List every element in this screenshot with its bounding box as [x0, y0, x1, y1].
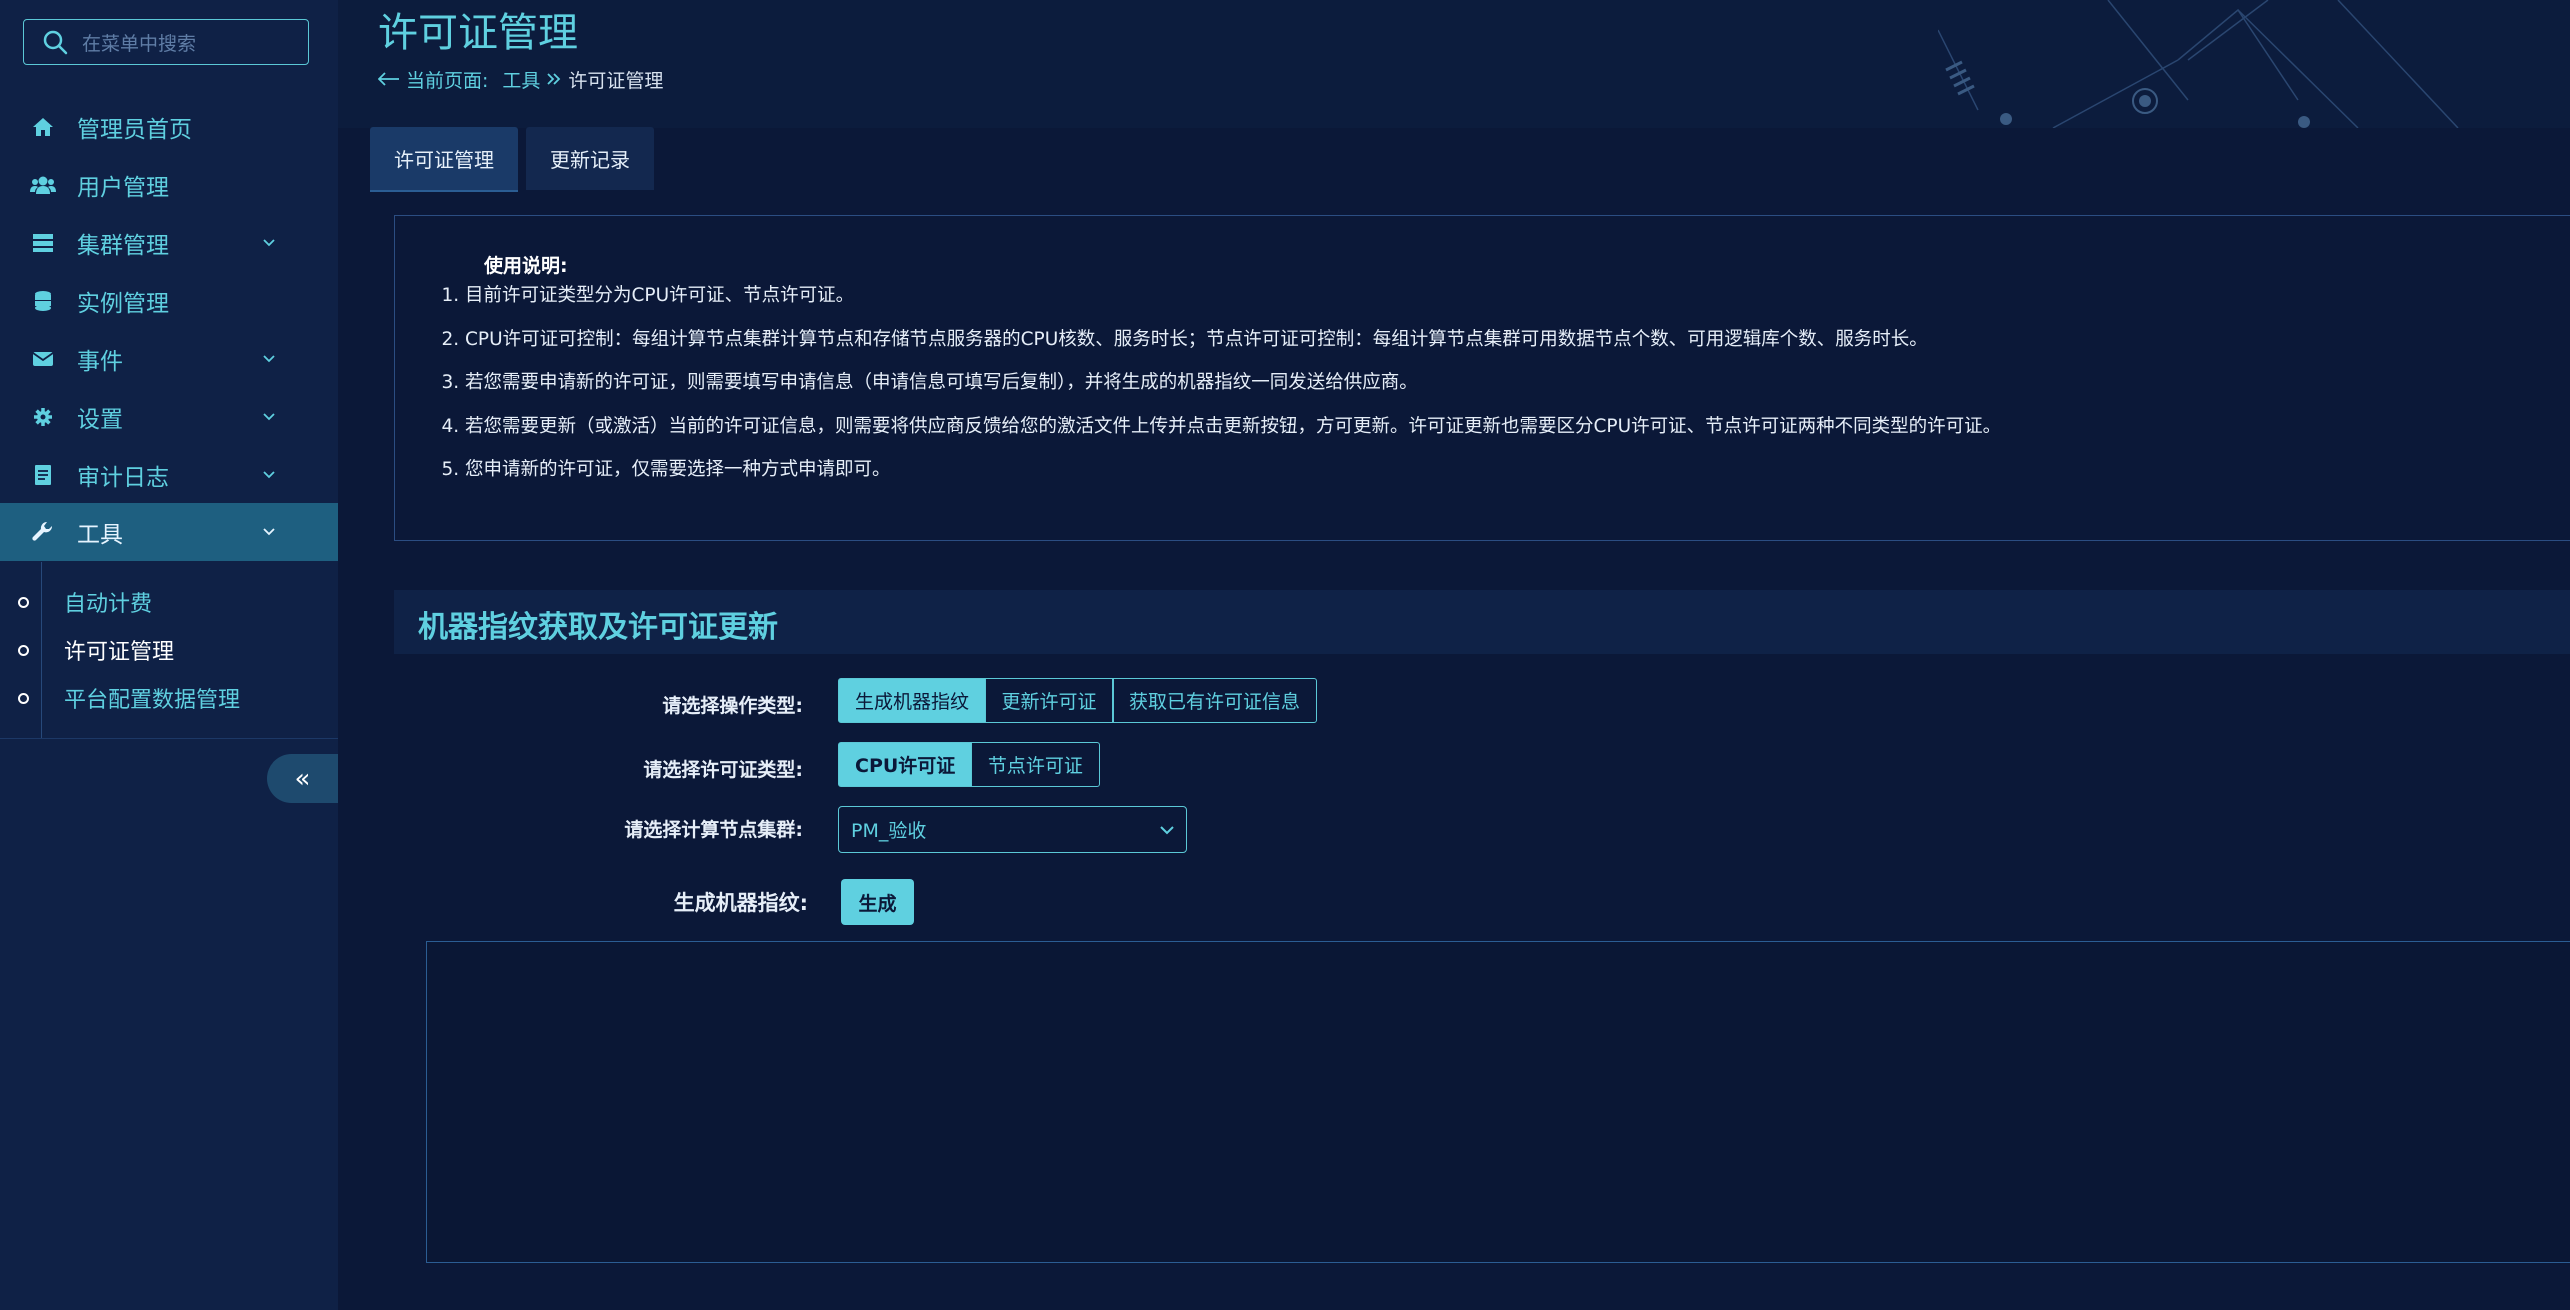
instruction-item: CPU许可证可控制：每组计算节点集群计算节点和存储节点服务器的CPU核数、服务时…: [465, 318, 2001, 362]
cluster-label: 请选择计算节点集群:: [624, 819, 803, 841]
nav-item-label: 集群管理: [77, 233, 169, 259]
nav-item-label: 审计日志: [77, 465, 169, 491]
operation-update-license-button[interactable]: 更新许可证: [984, 678, 1114, 723]
breadcrumb-prefix: 当前页面:: [406, 70, 489, 92]
instruction-item: 目前许可证类型分为CPU许可证、节点许可证。: [465, 274, 2001, 318]
nav-item-label: 管理员首页: [77, 117, 192, 143]
page-title: 许可证管理: [378, 10, 578, 56]
gear-icon: [30, 404, 56, 430]
license-type-node-button[interactable]: 节点许可证: [970, 742, 1100, 787]
envelope-icon: [30, 346, 56, 372]
breadcrumb: 当前页面: 工具 许可证管理: [377, 66, 664, 93]
sidebar: 在菜单中搜索 管理员首页 用户管理 集群管理 实例管理 事件 设置 审计日志 工…: [0, 0, 369, 1310]
nav-item-label: 用户管理: [77, 175, 169, 201]
file-icon: [30, 462, 56, 488]
main-content: 许可证管理 当前页面: 工具 许可证管理 许可证管理 更新记录 使用说明: 目前…: [338, 0, 2570, 1310]
home-icon: [30, 114, 56, 140]
submenu-item-label: 自动计费: [64, 592, 153, 617]
search-placeholder: 在菜单中搜索: [82, 32, 197, 55]
nav-item-label: 实例管理: [77, 291, 169, 317]
server-icon: [30, 230, 56, 256]
license-type-cpu-button[interactable]: CPU许可证: [838, 742, 973, 787]
database-icon: [30, 288, 56, 314]
operation-get-license-info-button[interactable]: 获取已有许可证信息: [1112, 678, 1318, 723]
instruction-item: 若您需要更新（或激活）当前的许可证信息，则需要将供应商反馈给您的激活文件上传并点…: [465, 405, 2001, 449]
fingerprint-label: 生成机器指纹:: [673, 891, 808, 915]
chevron-down-icon: [263, 355, 275, 363]
circle-icon: [18, 692, 29, 704]
generate-button[interactable]: 生成: [841, 879, 914, 925]
instruction-item: 您申请新的许可证，仅需要选择一种方式申请即可。: [465, 448, 2001, 492]
instruction-item: 若您需要申请新的许可证，则需要填写申请信息（申请信息可填写后复制），并将生成的机…: [465, 361, 2001, 405]
fingerprint-output-textarea[interactable]: [426, 941, 2570, 1263]
chevron-down-icon: [1160, 826, 1174, 835]
back-arrow-icon[interactable]: [377, 69, 400, 91]
circle-icon: [18, 596, 29, 608]
submenu-item-label: 许可证管理: [64, 640, 175, 665]
breadcrumb-current: 许可证管理: [568, 70, 664, 92]
operation-generate-fingerprint-button[interactable]: 生成机器指纹: [838, 678, 987, 723]
section-title: 机器指纹获取及许可证更新: [418, 610, 778, 645]
license-type-group: CPU许可证 节点许可证: [838, 742, 1100, 787]
instructions-panel: 使用说明: 目前许可证类型分为CPU许可证、节点许可证。 CPU许可证可控制：每…: [394, 215, 2570, 541]
search-icon: [43, 30, 68, 55]
nav-item-user-management[interactable]: 用户管理: [0, 156, 338, 214]
operation-type-group: 生成机器指纹 更新许可证 获取已有许可证信息: [838, 678, 1318, 723]
circuit-decoration-icon: [1938, 0, 2459, 128]
menu-search-input[interactable]: 在菜单中搜索: [23, 19, 309, 65]
tab-license-management[interactable]: 许可证管理: [370, 127, 518, 192]
chevron-down-icon: [263, 528, 275, 536]
nav-item-instance-management[interactable]: 实例管理: [0, 272, 338, 330]
nav-item-cluster-management[interactable]: 集群管理: [0, 214, 338, 272]
nav-item-settings[interactable]: 设置: [0, 388, 338, 446]
chevron-down-icon: [263, 471, 275, 479]
license-type-label: 请选择许可证类型:: [643, 759, 803, 781]
cluster-select-value: PM_验收: [851, 820, 927, 842]
submenu-line: [41, 562, 42, 738]
nav-item-audit-log[interactable]: 审计日志: [0, 446, 338, 504]
circle-icon: [18, 644, 29, 656]
double-chevron-left-icon: «: [294, 763, 311, 794]
nav-item-label: 设置: [77, 407, 123, 433]
nav-item-label: 事件: [77, 349, 123, 375]
nav-item-label: 工具: [77, 522, 123, 548]
tools-submenu: 自动计费 许可证管理 平台配置数据管理: [0, 562, 338, 739]
users-icon: [30, 172, 56, 198]
breadcrumb-parent-link[interactable]: 工具: [502, 66, 540, 93]
instructions-list: 目前许可证类型分为CPU许可证、节点许可证。 CPU许可证可控制：每组计算节点集…: [431, 274, 2001, 492]
nav-item-admin-home[interactable]: 管理员首页: [0, 98, 338, 156]
wrench-icon: [30, 519, 56, 545]
double-chevron-right-icon: [546, 69, 562, 91]
chevron-down-icon: [263, 413, 275, 421]
tab-update-records[interactable]: 更新记录: [526, 127, 654, 190]
nav-item-tools[interactable]: 工具: [0, 503, 338, 561]
collapse-sidebar-button[interactable]: «: [267, 754, 338, 803]
nav-item-events[interactable]: 事件: [0, 330, 338, 388]
submenu-item-label: 平台配置数据管理: [64, 688, 241, 713]
operation-type-label: 请选择操作类型:: [662, 695, 803, 717]
cluster-select[interactable]: PM_验收: [838, 806, 1187, 853]
chevron-down-icon: [263, 239, 275, 247]
tab-bar: 许可证管理 更新记录: [370, 127, 654, 192]
section-header: 机器指纹获取及许可证更新: [394, 590, 2570, 654]
